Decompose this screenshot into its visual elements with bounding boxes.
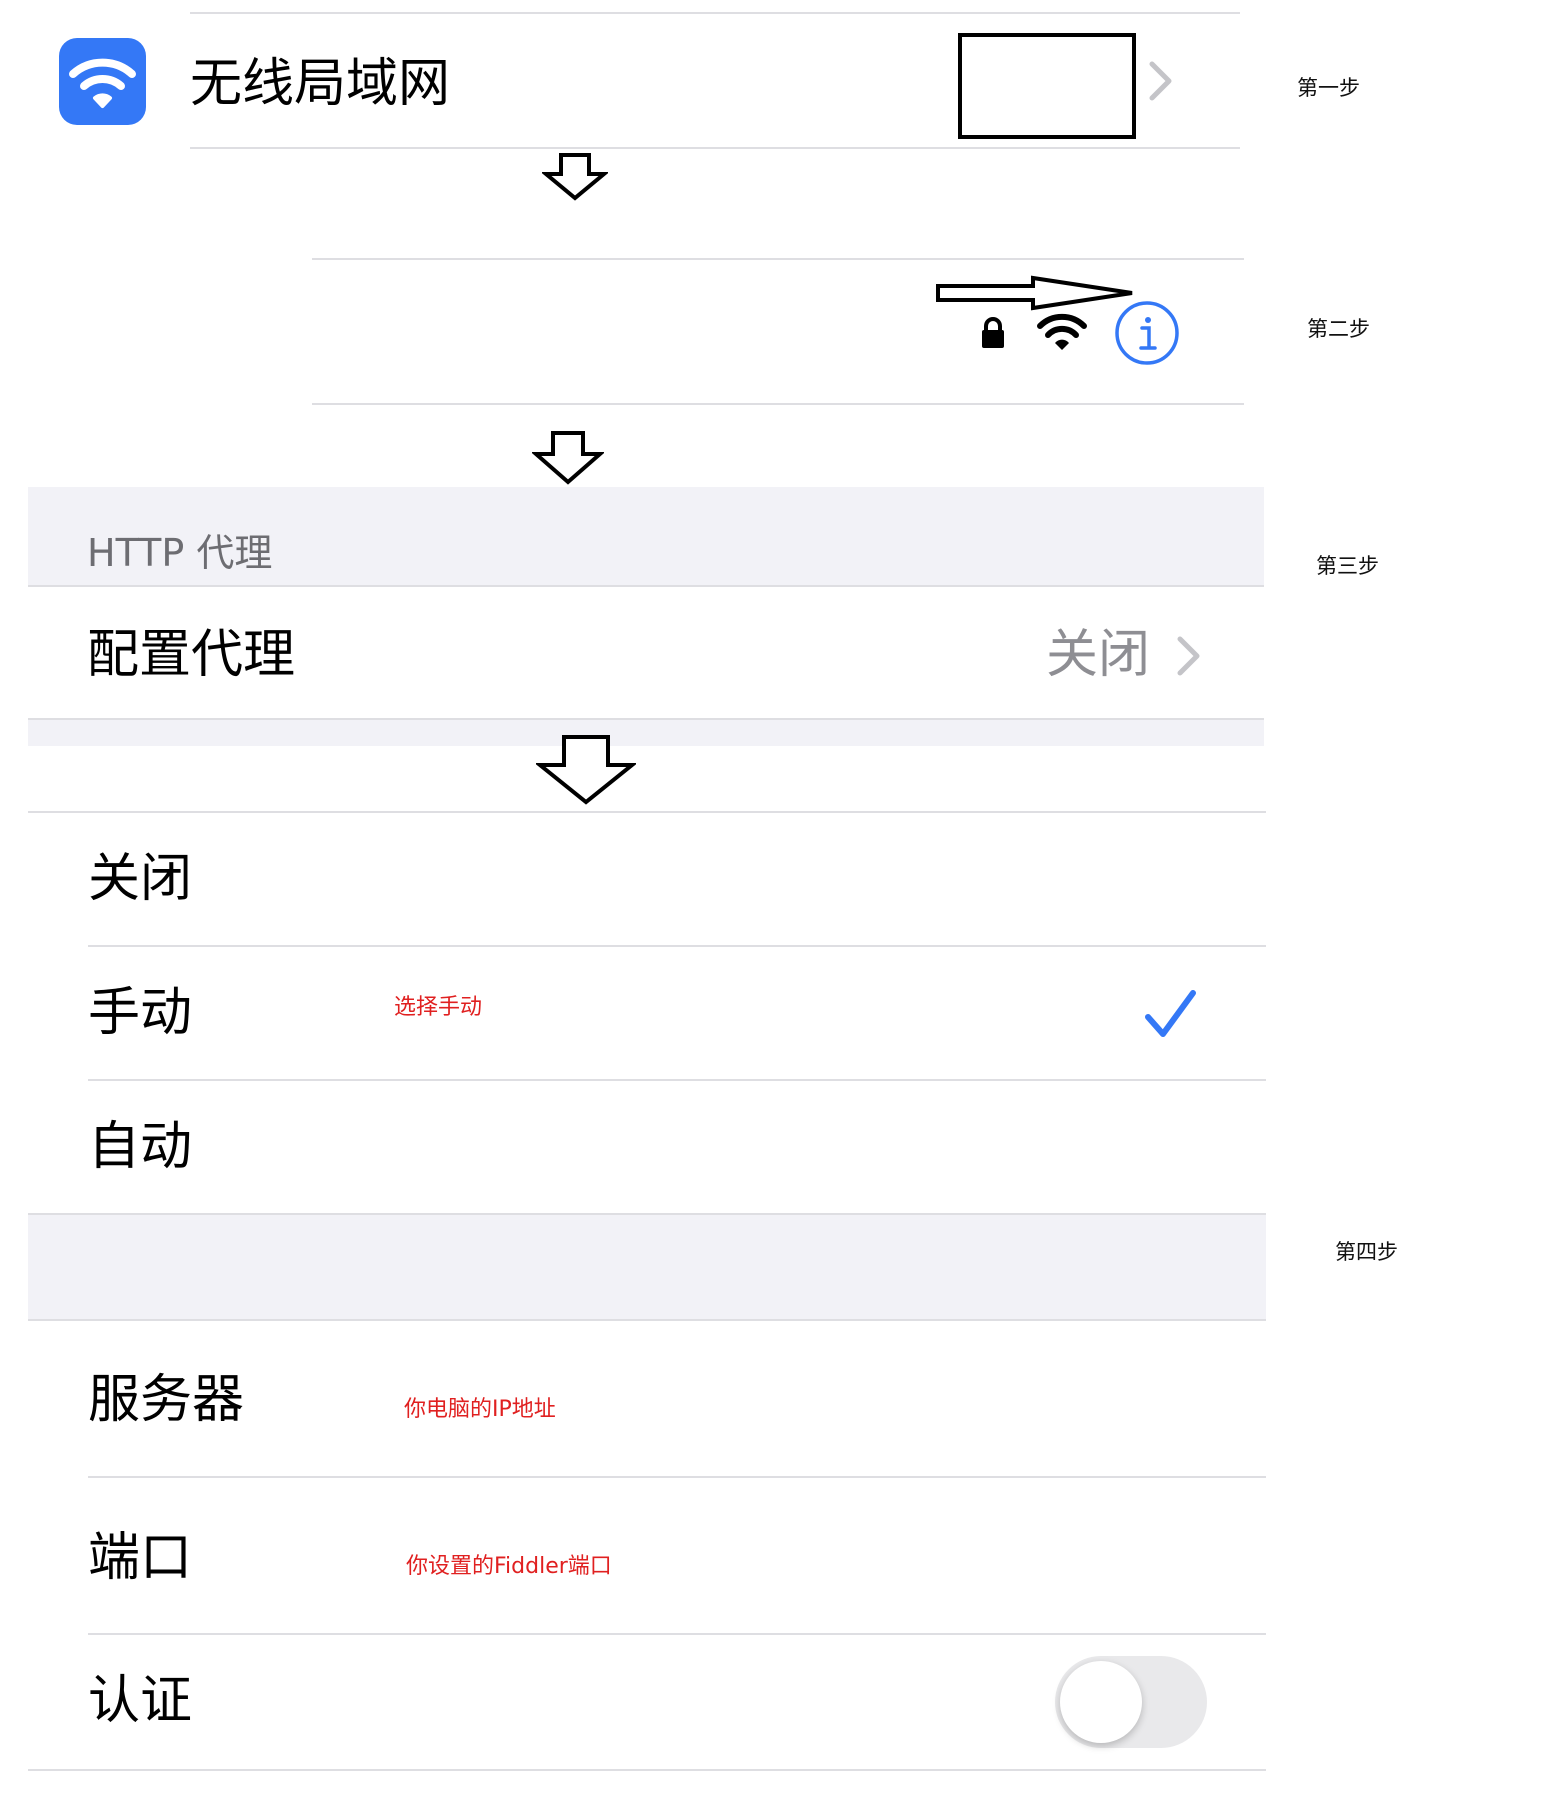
server-row[interactable]: 服务器 你电脑的IP地址 <box>28 1321 1266 1476</box>
wifi-app-icon <box>59 38 146 125</box>
wifi-row-label[interactable]: 无线局域网 <box>190 58 450 110</box>
annotation-note: 你电脑的IP地址 <box>404 1397 556 1422</box>
step-label: 第三步 <box>1316 554 1379 578</box>
proxy-option-label: 关闭 <box>88 849 193 909</box>
section-header-band <box>28 1215 1266 1319</box>
server-label: 服务器 <box>88 1370 245 1430</box>
configure-proxy-value: 关闭 <box>1046 625 1151 685</box>
port-row[interactable]: 端口 你设置的Fiddler端口 <box>28 1478 1266 1633</box>
proxy-option-off[interactable]: 关闭 <box>28 813 1266 945</box>
divider <box>28 1769 1266 1771</box>
checkmark-icon <box>1145 990 1196 1037</box>
section-footer-band <box>28 720 1264 746</box>
proxy-option-manual[interactable]: 手动 选择手动 <box>28 947 1266 1079</box>
step-label: 第一步 <box>1297 76 1360 100</box>
right-arrow-icon <box>936 275 1133 311</box>
step-label: 第四步 <box>1335 1240 1398 1264</box>
proxy-option-label: 手动 <box>88 983 193 1043</box>
configure-proxy-row[interactable]: 配置代理 关闭 <box>28 587 1264 718</box>
chevron-right-icon <box>1177 636 1200 676</box>
lock-icon <box>982 317 1004 348</box>
toggle-knob <box>1060 1661 1142 1743</box>
divider <box>312 258 1244 260</box>
section-header: HTTP 代理 <box>87 531 273 575</box>
step-label: 第二步 <box>1307 317 1370 341</box>
chevron-right-icon[interactable] <box>1148 60 1174 102</box>
authentication-row: 认证 <box>28 1635 1266 1769</box>
port-label: 端口 <box>88 1528 193 1588</box>
down-arrow-icon <box>542 153 608 201</box>
down-arrow-icon <box>536 735 636 805</box>
annotation-note: 选择手动 <box>394 995 483 1020</box>
divider <box>190 147 1240 149</box>
configure-proxy-label: 配置代理 <box>87 625 296 685</box>
divider <box>312 403 1244 405</box>
annotation-note: 你设置的Fiddler端口 <box>406 1554 612 1579</box>
authentication-label: 认证 <box>88 1671 193 1731</box>
info-icon[interactable] <box>1114 300 1180 366</box>
wifi-icon <box>69 58 136 108</box>
wifi-signal-icon <box>1037 313 1087 350</box>
proxy-option-auto[interactable]: 自动 <box>28 1081 1266 1213</box>
divider <box>190 12 1240 14</box>
annotation-box <box>958 33 1136 139</box>
authentication-toggle[interactable] <box>1055 1656 1207 1748</box>
proxy-option-label: 自动 <box>88 1117 193 1177</box>
down-arrow-icon <box>532 431 604 485</box>
